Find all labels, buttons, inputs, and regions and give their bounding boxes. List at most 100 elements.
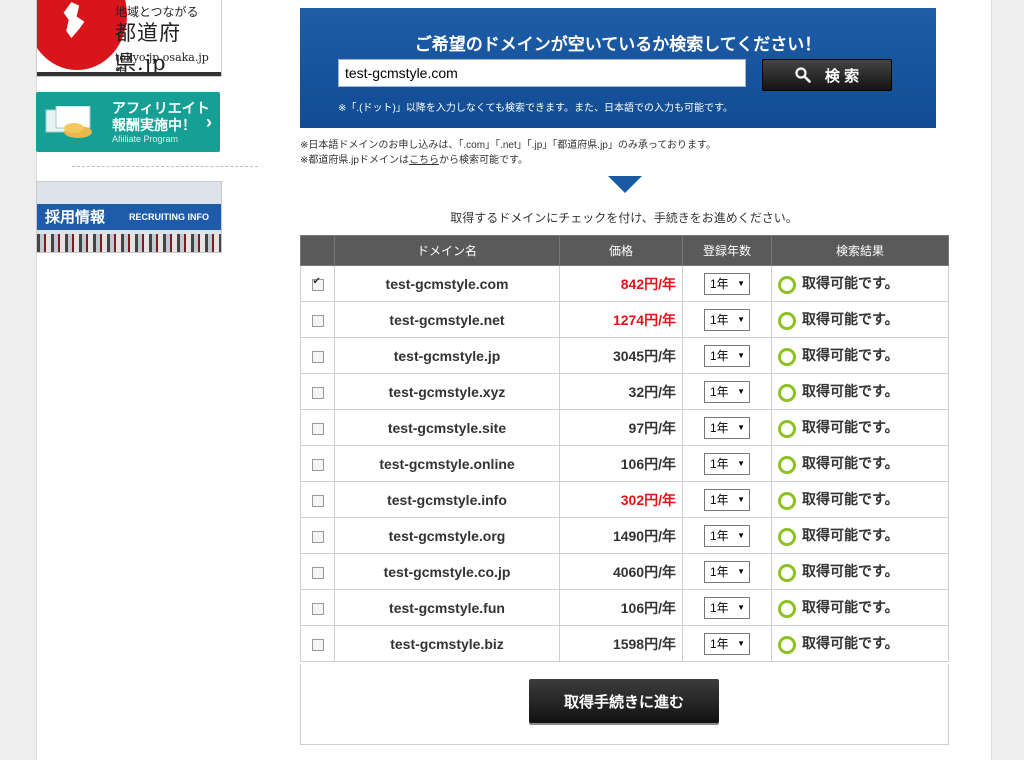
header-check — [300, 235, 335, 266]
years-select[interactable]: 1年 ▼ — [704, 524, 750, 547]
row-checkbox-cell — [300, 625, 335, 662]
years-cell: 1年 ▼ — [682, 517, 772, 554]
search-button[interactable]: 検 索 — [762, 59, 892, 91]
circle-icon — [778, 311, 796, 330]
recruiting-banner[interactable]: 採用情報 RECRUITING INFO — [36, 181, 222, 253]
years-cell: 1年 ▼ — [682, 373, 772, 410]
note-line-2: ※都道府県.jpドメインはこちらから検索可能です。 — [300, 153, 716, 168]
chevron-down-icon: ▼ — [737, 459, 745, 468]
domain-checkbox[interactable] — [311, 530, 324, 543]
years-select[interactable]: 1年 ▼ — [704, 416, 750, 439]
years-select[interactable]: 1年 ▼ — [704, 560, 750, 583]
domain-name: test-gcmstyle.co.jp — [334, 553, 560, 590]
domain-name: test-gcmstyle.net — [334, 301, 560, 338]
prefecture-search-link[interactable]: こちら — [409, 155, 439, 166]
years-select[interactable]: 1年 ▼ — [704, 380, 750, 403]
years-value: 1年 — [710, 601, 729, 615]
domain-checkbox[interactable] — [311, 386, 324, 399]
result-cell: 取得可能です。 — [771, 517, 949, 554]
chevron-right-icon: › — [206, 112, 212, 132]
domain-checkbox[interactable] — [311, 638, 324, 651]
table-row: test-gcmstyle.site 97円/年 1年 ▼ 取得可能です。 — [300, 409, 949, 446]
domain-price: 4060円/年 — [559, 553, 683, 590]
availability-status: 取得可能です。 — [802, 491, 899, 508]
availability-status: 取得可能です。 — [802, 635, 899, 652]
result-cell: 取得可能です。 — [771, 625, 949, 662]
row-checkbox-cell — [300, 445, 335, 482]
search-icon — [795, 67, 811, 83]
domain-checkbox[interactable] — [311, 602, 324, 615]
circle-icon — [778, 491, 796, 510]
availability-status: 取得可能です。 — [802, 275, 899, 292]
row-checkbox-cell — [300, 337, 335, 374]
years-select[interactable]: 1年 ▼ — [704, 452, 750, 475]
domain-price: 106円/年 — [559, 589, 683, 626]
domain-checkbox[interactable] — [311, 566, 324, 579]
circle-icon — [778, 635, 796, 654]
domain-name: test-gcmstyle.xyz — [334, 373, 560, 410]
instruction-text: 取得するドメインにチェックを付け、手続きをお進めください。 — [450, 211, 798, 225]
affiliate-banner-title: アフィリエイト 報酬実施中！ — [112, 100, 210, 134]
search-note: ※「.(ドット)」以降を入力しなくても検索できます。また、日本語での入力も可能で… — [338, 103, 734, 114]
recruit-title: 採用情報 — [45, 209, 106, 226]
years-select[interactable]: 1年 ▼ — [704, 632, 750, 655]
domain-checkbox[interactable] — [311, 458, 324, 471]
domain-name: test-gcmstyle.jp — [334, 337, 560, 374]
chevron-down-icon: ▼ — [737, 387, 745, 396]
circle-icon — [778, 383, 796, 402]
result-cell: 取得可能です。 — [771, 337, 949, 374]
row-checkbox-cell — [300, 553, 335, 590]
proceed-button[interactable]: 取得手続きに進む — [529, 679, 719, 723]
domain-price: 1598円/年 — [559, 625, 683, 662]
result-cell: 取得可能です。 — [771, 589, 949, 626]
office-photo-strip — [37, 234, 221, 252]
years-select[interactable]: 1年 ▼ — [704, 344, 750, 367]
domain-name: test-gcmstyle.info — [334, 481, 560, 518]
domain-search-input[interactable] — [338, 59, 746, 87]
domain-checkbox[interactable] — [311, 422, 324, 435]
chevron-down-icon: ▼ — [737, 423, 745, 432]
table-footer: 取得手続きに進む — [300, 664, 949, 745]
years-value: 1年 — [710, 385, 729, 399]
note-line-1: ※日本語ドメインのお申し込みは、「.com」「.net」「.jp」「都道府県.j… — [300, 140, 717, 151]
table-row: test-gcmstyle.fun 106円/年 1年 ▼ 取得可能です。 — [300, 589, 949, 626]
down-arrow-icon — [608, 176, 642, 193]
domain-name: test-gcmstyle.biz — [334, 625, 560, 662]
years-cell: 1年 ▼ — [682, 301, 772, 338]
availability-status: 取得可能です。 — [802, 563, 899, 580]
domain-checkbox[interactable] — [311, 494, 324, 507]
availability-status: 取得可能です。 — [802, 311, 899, 328]
recruit-subtitle: RECRUITING INFO — [129, 212, 209, 222]
domain-price: 97円/年 — [559, 409, 683, 446]
domain-checkbox[interactable] — [311, 350, 324, 363]
chevron-down-icon: ▼ — [737, 495, 745, 504]
years-value: 1年 — [710, 421, 729, 435]
chevron-down-icon: ▼ — [737, 639, 745, 648]
result-cell: 取得可能です。 — [771, 265, 949, 302]
circle-icon — [778, 347, 796, 366]
prefecture-jp-banner[interactable]: 地域とつながる 都道府県.jp tokyo.jp osaka.jp 等 — [36, 0, 222, 77]
years-select[interactable]: 1年 ▼ — [704, 488, 750, 511]
search-button-label: 検 索 — [824, 67, 860, 85]
years-select[interactable]: 1年 ▼ — [704, 308, 750, 331]
domain-checkbox[interactable] — [311, 276, 324, 291]
years-cell: 1年 ▼ — [682, 409, 772, 446]
domain-price: 106円/年 — [559, 445, 683, 482]
domain-name: test-gcmstyle.fun — [334, 589, 560, 626]
row-checkbox-cell — [300, 373, 335, 410]
chevron-down-icon: ▼ — [737, 603, 745, 612]
domain-checkbox[interactable] — [311, 314, 324, 327]
table-header-row: ドメイン名 価格 登録年数 検索結果 — [300, 235, 949, 266]
affiliate-line2: 報酬実施中！ — [112, 117, 196, 133]
availability-status: 取得可能です。 — [802, 599, 899, 616]
affiliate-program-label: Afiiliate Program — [112, 134, 179, 144]
domain-price: 3045円/年 — [559, 337, 683, 374]
search-heading: ご希望のドメインが空いているか検索してください！ — [414, 35, 822, 54]
years-select[interactable]: 1年 ▼ — [704, 272, 750, 295]
years-cell: 1年 ▼ — [682, 625, 772, 662]
chevron-down-icon: ▼ — [737, 531, 745, 540]
affiliate-banner[interactable]: アフィリエイト 報酬実施中！ Afiiliate Program › — [36, 92, 220, 152]
years-value: 1年 — [710, 349, 729, 363]
pref-banner-bar — [37, 72, 221, 76]
years-select[interactable]: 1年 ▼ — [704, 596, 750, 619]
